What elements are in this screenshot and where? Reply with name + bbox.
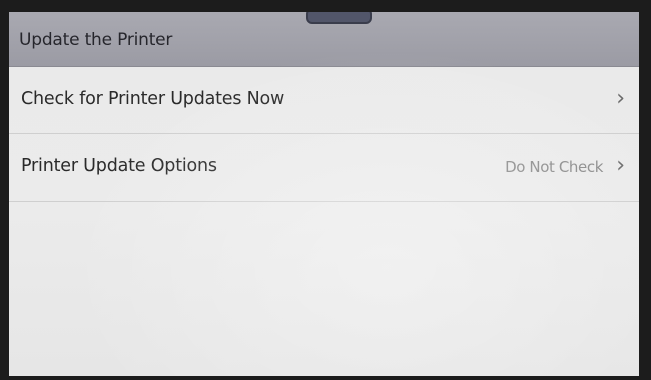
title-bar: Update the Printer: [9, 12, 639, 67]
page-title: Update the Printer: [19, 30, 173, 50]
chevron-right-icon: ›: [616, 153, 625, 178]
printer-bezel: Update the Printer Check for Printer Upd…: [0, 0, 651, 380]
touch-screen: Update the Printer Check for Printer Upd…: [9, 12, 639, 376]
menu-item-update-options[interactable]: Printer Update Options Do Not Check ›: [9, 134, 639, 202]
menu-item-label: Check for Printer Updates Now: [21, 89, 285, 109]
menu-item-current-value: Do Not Check: [505, 158, 603, 176]
menu-item-check-updates-now[interactable]: Check for Printer Updates Now ›: [9, 67, 639, 134]
chevron-right-icon: ›: [616, 86, 625, 111]
menu-item-label: Printer Update Options: [21, 156, 217, 176]
drawer-handle-icon[interactable]: [306, 12, 372, 24]
